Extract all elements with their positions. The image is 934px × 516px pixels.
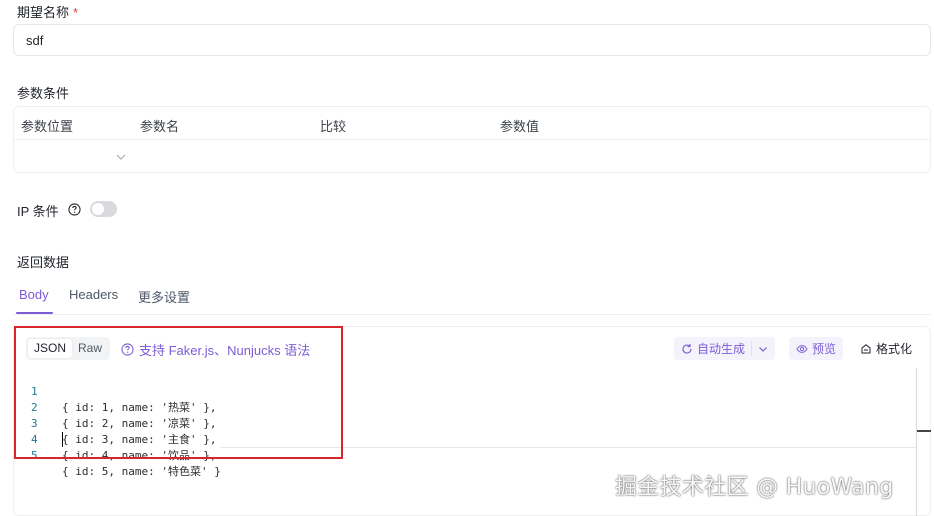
col-compare: 比较 bbox=[320, 119, 347, 134]
watermark: 掘金技术社区 @ HuoWang bbox=[615, 475, 894, 500]
name-input-box[interactable] bbox=[13, 24, 931, 56]
format-label: 格式化 bbox=[876, 342, 913, 356]
tab-headers[interactable]: Headers bbox=[69, 287, 118, 302]
ip-label: IP 条件 bbox=[17, 204, 59, 219]
eye-icon bbox=[796, 344, 808, 353]
tabs-divider bbox=[13, 314, 931, 315]
required-mark: * bbox=[73, 5, 79, 20]
format-icon bbox=[861, 343, 871, 353]
params-table-header: 参数位置 参数名 比较 参数值 bbox=[14, 107, 930, 140]
params-table: 参数位置 参数名 比较 参数值 bbox=[13, 106, 931, 173]
auto-generate-label: 自动生成 bbox=[697, 342, 746, 356]
name-input[interactable] bbox=[14, 25, 930, 55]
editor-scrollbar[interactable] bbox=[916, 368, 917, 516]
tab-more-settings[interactable]: 更多设置 bbox=[138, 287, 190, 306]
scrollbar-cursor-marker bbox=[917, 430, 931, 432]
code-text: { id: 5, name: '特色菜' } bbox=[62, 465, 221, 478]
ip-switch-knob bbox=[92, 203, 104, 215]
auto-generate-divider bbox=[751, 341, 752, 356]
col-param-value: 参数值 bbox=[500, 119, 540, 134]
format-button[interactable]: 格式化 bbox=[854, 337, 919, 360]
params-section-label: 参数条件 bbox=[17, 86, 70, 101]
name-label: 期望名称 * bbox=[17, 2, 78, 21]
preview-label: 预览 bbox=[812, 342, 837, 356]
highlight-annotation-box bbox=[14, 326, 343, 459]
chevron-down-icon[interactable] bbox=[757, 343, 769, 355]
name-label-text: 期望名称 bbox=[17, 5, 70, 20]
ip-switch[interactable] bbox=[90, 201, 117, 217]
col-param-name: 参数名 bbox=[140, 119, 180, 134]
tab-body[interactable]: Body bbox=[19, 287, 49, 302]
col-param-location: 参数位置 bbox=[21, 119, 74, 134]
auto-generate-button[interactable]: 自动生成 bbox=[674, 337, 775, 360]
help-circle-icon[interactable] bbox=[68, 203, 81, 216]
refresh-icon bbox=[682, 343, 692, 354]
response-section-label: 返回数据 bbox=[17, 255, 70, 270]
preview-button[interactable]: 预览 bbox=[789, 337, 844, 360]
tab-active-indicator bbox=[16, 312, 53, 314]
chevron-down-icon[interactable] bbox=[115, 151, 127, 163]
